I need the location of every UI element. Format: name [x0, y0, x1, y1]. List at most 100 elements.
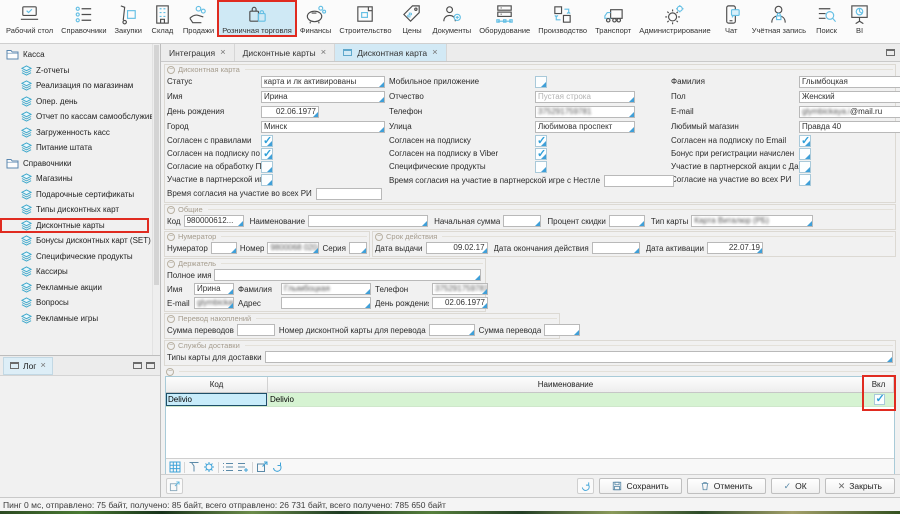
nestle-game-checkbox[interactable] [261, 174, 273, 186]
transfer-card-number-field[interactable] [429, 324, 475, 336]
tree-item-oper-day[interactable]: Опер. день [0, 94, 152, 110]
code-field[interactable]: 980000612... [184, 215, 244, 227]
list-icon[interactable] [222, 461, 234, 473]
maximize-panel-icon[interactable] [146, 362, 155, 369]
close-icon[interactable]: × [321, 49, 327, 57]
street-field[interactable]: Любимова проспект [535, 121, 635, 133]
tree-item-questions[interactable]: Вопросы [0, 295, 152, 311]
danone-action-checkbox[interactable] [799, 161, 811, 173]
email-field[interactable]: glymbickaya.i@mail.ru [799, 106, 900, 118]
initial-sum-field[interactable] [503, 215, 541, 227]
ok-button[interactable]: ✓ ОК [771, 478, 820, 494]
discount-percent-field[interactable] [609, 215, 645, 227]
tree-item-specific-products[interactable]: Специфические продукты [0, 249, 152, 265]
float-panel-icon[interactable] [133, 362, 142, 369]
birthday-field[interactable]: 02.06.1977 [261, 106, 319, 118]
sidebar-scrollbar[interactable] [152, 44, 160, 355]
table-empty-area[interactable] [166, 407, 894, 458]
tab-log[interactable]: Лог × [3, 357, 53, 375]
toolbar-item-account[interactable]: Учётная запись [748, 1, 810, 36]
subscribe-checkbox[interactable] [535, 135, 547, 147]
toolbar-item-warehouse[interactable]: Склад [146, 1, 179, 36]
tree-item-staff-meals[interactable]: Питание штата [0, 140, 152, 156]
activation-date-field[interactable]: 22.07.19 [707, 242, 763, 254]
refresh-button[interactable] [577, 478, 594, 494]
collapse-icon[interactable]: − [167, 260, 175, 268]
cell-name[interactable]: Delivio [268, 393, 864, 406]
card-type-field[interactable]: Карта Виталюр (РБ) [691, 215, 813, 227]
holder-lastname-field[interactable]: Глымбоцкая [281, 283, 371, 295]
gender-field[interactable]: Женский [799, 91, 900, 103]
toolbar-item-chat[interactable]: Чат [715, 1, 748, 36]
phone-field[interactable]: 375291759781 [535, 106, 635, 118]
middlename-field[interactable]: Пустая строка [535, 91, 635, 103]
column-header-enabled[interactable]: Вкл [864, 377, 894, 392]
collapse-icon[interactable]: − [375, 233, 383, 241]
personal-data-checkbox[interactable] [261, 161, 273, 173]
toolbar-item-documents[interactable]: Документы [429, 1, 476, 36]
tree-item-gift-certificates[interactable]: Подарочные сертификаты [0, 187, 152, 203]
column-header-name[interactable]: Наименование [268, 377, 864, 392]
status-field[interactable]: карта и лк активированы [261, 76, 385, 88]
collapse-icon[interactable]: − [167, 315, 175, 323]
collapse-icon[interactable]: − [167, 66, 175, 74]
collapse-icon[interactable]: − [167, 206, 175, 214]
holder-birthday-field[interactable]: 02.06.1977 [432, 297, 488, 309]
collapse-icon[interactable]: − [167, 233, 175, 241]
enabled-checkbox[interactable] [874, 394, 885, 405]
close-icon[interactable]: × [40, 362, 46, 370]
viber-subscribe-checkbox[interactable] [535, 148, 547, 160]
lastname-field[interactable]: Глымбоцкая [799, 76, 900, 88]
delivery-card-types-field[interactable] [265, 351, 893, 363]
close-icon[interactable]: × [432, 49, 438, 57]
sms-subscribe-checkbox[interactable] [261, 148, 273, 160]
toolbar-item-desktop[interactable]: Рабочий стол [2, 1, 57, 36]
maximize-view-icon[interactable] [886, 49, 895, 56]
tree-item-stores[interactable]: Магазины [0, 171, 152, 187]
column-header-code[interactable]: Код [166, 377, 268, 392]
ri-time-field[interactable] [316, 188, 382, 200]
cell-enabled[interactable] [864, 393, 894, 406]
open-external-button[interactable] [166, 478, 183, 494]
registration-bonus-checkbox[interactable] [799, 148, 811, 160]
close-button[interactable]: ✕ Закрыть [825, 478, 895, 494]
list-add-icon[interactable] [237, 461, 249, 473]
toolbar-item-administration[interactable]: Администрирование [635, 1, 715, 36]
sidebar-scrollbar-thumb[interactable] [154, 45, 159, 285]
table-row[interactable]: Delivio Delivio [166, 393, 894, 407]
close-icon[interactable]: × [220, 49, 226, 57]
toolbar-item-construction[interactable]: Строительство [335, 1, 395, 36]
holder-fullname-field[interactable] [214, 269, 481, 281]
tree-item-card-bonuses[interactable]: Бонусы дисконтных карт (SET) [0, 233, 152, 249]
filter-icon[interactable] [188, 461, 200, 473]
email-subscribe-checkbox[interactable] [799, 135, 811, 147]
toolbar-item-finance[interactable]: Финансы [296, 1, 336, 36]
number-field[interactable]: 9800068 020-8 [267, 242, 319, 254]
toolbar-item-prices[interactable]: Цены [396, 1, 429, 36]
tab-discount-cards[interactable]: Дисконтные карты × [235, 44, 336, 61]
toolbar-item-purchases[interactable]: Закупки [111, 1, 146, 36]
specific-products-checkbox[interactable] [535, 161, 547, 173]
rules-checkbox[interactable] [261, 135, 273, 147]
mobile-app-checkbox[interactable] [535, 76, 547, 88]
tree-item-card-types[interactable]: Типы дисконтных карт [0, 202, 152, 218]
open-external-icon[interactable] [256, 461, 268, 473]
holder-email-field[interactable]: glymbickaya.i... [194, 297, 234, 309]
tree-folder-kassa[interactable]: Касса [0, 47, 152, 63]
tab-discount-card[interactable]: Дисконтная карта × [335, 44, 447, 61]
series-field[interactable] [349, 242, 367, 254]
settings-gear-icon[interactable] [203, 461, 215, 473]
sum-transfer-field[interactable] [544, 324, 580, 336]
tree-folder-references[interactable]: Справочники [0, 156, 152, 172]
nestle-time-field[interactable] [604, 175, 674, 187]
expire-date-field[interactable] [592, 242, 640, 254]
collapse-icon[interactable]: − [167, 342, 175, 350]
grid-view-icon[interactable] [169, 461, 181, 473]
all-ri-checkbox[interactable] [799, 174, 811, 186]
toolbar-item-bi[interactable]: BI [843, 1, 876, 36]
numerator-field[interactable] [211, 242, 237, 254]
toolbar-item-reference[interactable]: Справочники [57, 1, 110, 36]
cancel-button[interactable]: Отменить [687, 478, 766, 494]
reload-icon[interactable] [271, 461, 283, 473]
city-field[interactable]: Минск [261, 121, 385, 133]
